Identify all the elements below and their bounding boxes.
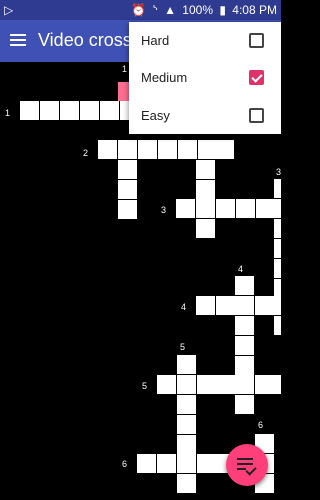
- crossword-cell[interactable]: [235, 356, 254, 375]
- status-time: 4:08 PM: [232, 3, 277, 17]
- menu-item-label: Medium: [141, 70, 188, 85]
- crossword-cell[interactable]: [177, 474, 196, 493]
- status-bar: ▷ ⏰ ᔅ ▲ 100% ▮ 4:08 PM: [0, 0, 281, 20]
- difficulty-menu: Hard Medium Easy: [129, 22, 281, 134]
- clue-number: 4: [238, 264, 244, 274]
- crossword-cell[interactable]: [197, 375, 216, 394]
- battery-percent: 100%: [182, 3, 213, 17]
- crossword-cell[interactable]: [178, 140, 197, 159]
- crossword-cell[interactable]: [157, 375, 176, 394]
- crossword-cell[interactable]: [274, 375, 281, 394]
- playlist-check-button[interactable]: [226, 444, 268, 486]
- clue-number: 1: [5, 108, 11, 118]
- signal-icon: ▲: [164, 3, 176, 17]
- clue-number: 4: [181, 302, 187, 312]
- crossword-cell[interactable]: [177, 415, 196, 434]
- crossword-cell[interactable]: [137, 454, 156, 473]
- bluetooth-icon: ᔅ: [152, 3, 158, 17]
- battery-charging-icon: ▮: [219, 3, 226, 17]
- crossword-cell[interactable]: [235, 276, 254, 295]
- crossword-cell[interactable]: [196, 160, 215, 179]
- crossword-cell[interactable]: [274, 296, 281, 315]
- crossword-cell[interactable]: [118, 140, 137, 159]
- crossword-cell[interactable]: [80, 101, 99, 120]
- clue-number: 5: [142, 381, 148, 391]
- status-icons: ⏰ ᔅ ▲ 100% ▮ 4:08 PM: [128, 3, 277, 17]
- hard-checkbox[interactable]: [249, 33, 264, 48]
- crossword-cell[interactable]: [274, 219, 281, 238]
- crossword-cell[interactable]: [138, 140, 157, 159]
- menu-item-hard[interactable]: Hard: [129, 22, 281, 59]
- clue-number: 1: [122, 64, 128, 74]
- clue-number: 6: [258, 420, 264, 430]
- crossword-cell[interactable]: [100, 101, 119, 120]
- crossword-cell[interactable]: [274, 316, 281, 335]
- crossword-cell[interactable]: [256, 199, 275, 218]
- clue-number: 5: [180, 342, 186, 352]
- menu-item-medium[interactable]: Medium: [129, 59, 281, 96]
- clue-number: 3: [161, 205, 167, 215]
- crossword-cell[interactable]: [118, 180, 137, 199]
- crossword-cell[interactable]: [235, 296, 254, 315]
- clue-number: 3: [276, 167, 281, 177]
- crossword-cell[interactable]: [235, 395, 254, 414]
- easy-checkbox[interactable]: [249, 108, 264, 123]
- menu-item-label: Hard: [141, 33, 170, 48]
- crossword-cell[interactable]: [216, 296, 235, 315]
- crossword-cell[interactable]: [235, 316, 254, 335]
- crossword-cell[interactable]: [177, 454, 196, 473]
- clue-number: 6: [122, 459, 128, 469]
- crossword-cell[interactable]: [197, 454, 216, 473]
- crossword-cell[interactable]: [158, 140, 177, 159]
- crossword-cell[interactable]: [60, 101, 79, 120]
- crossword-cell[interactable]: [196, 199, 215, 218]
- crossword-cell[interactable]: [40, 101, 59, 120]
- crossword-cell[interactable]: [20, 101, 39, 120]
- crossword-cell[interactable]: [274, 259, 281, 278]
- medium-checkbox[interactable]: [249, 70, 264, 85]
- crossword-cell[interactable]: [176, 199, 195, 218]
- crossword-cell[interactable]: [157, 454, 176, 473]
- alarm-icon: ⏰: [131, 3, 147, 17]
- crossword-cell[interactable]: [274, 199, 281, 218]
- crossword-cell[interactable]: [196, 180, 215, 199]
- menu-item-label: Easy: [141, 108, 170, 123]
- crossword-cell[interactable]: [177, 375, 196, 394]
- menu-item-easy[interactable]: Easy: [129, 97, 281, 134]
- crossword-cell[interactable]: [255, 375, 274, 394]
- crossword-cell[interactable]: [274, 179, 281, 198]
- crossword-cell[interactable]: [177, 435, 196, 454]
- crossword-cell[interactable]: [177, 395, 196, 414]
- crossword-cell[interactable]: [196, 296, 215, 315]
- crossword-cell[interactable]: [216, 375, 235, 394]
- crossword-cell[interactable]: [216, 199, 235, 218]
- crossword-cell[interactable]: [235, 336, 254, 355]
- crossword-cell[interactable]: [274, 239, 281, 258]
- crossword-cell[interactable]: [177, 355, 196, 374]
- crossword-cell[interactable]: [98, 140, 117, 159]
- hamburger-menu-icon[interactable]: [8, 29, 30, 51]
- clue-number: 2: [83, 148, 89, 158]
- crossword-cell[interactable]: [235, 375, 254, 394]
- crossword-cell[interactable]: [196, 219, 215, 238]
- crossword-cell[interactable]: [215, 140, 234, 159]
- crossword-cell[interactable]: [236, 199, 255, 218]
- crossword-cell[interactable]: [118, 160, 137, 179]
- crossword-cell[interactable]: [118, 200, 137, 219]
- crossword-cell[interactable]: [255, 296, 274, 315]
- play-icon: ▷: [4, 3, 14, 17]
